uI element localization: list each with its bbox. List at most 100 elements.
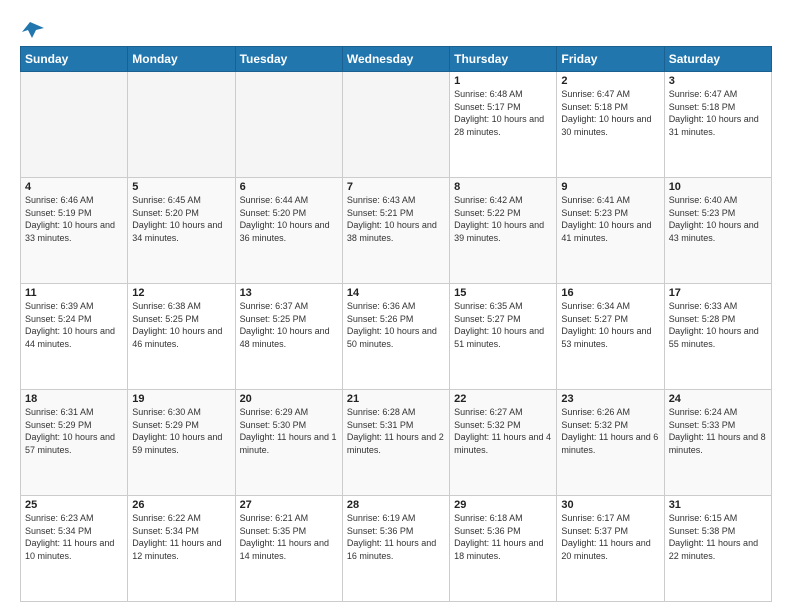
day-number: 27 xyxy=(240,499,338,511)
day-number: 15 xyxy=(454,287,552,299)
day-number: 10 xyxy=(669,181,767,193)
day-number: 21 xyxy=(347,393,445,405)
calendar-day-cell xyxy=(342,72,449,178)
calendar-day-cell: 15Sunrise: 6:35 AM Sunset: 5:27 PM Dayli… xyxy=(450,284,557,390)
day-number: 2 xyxy=(561,75,659,87)
day-number: 20 xyxy=(240,393,338,405)
day-info: Sunrise: 6:29 AM Sunset: 5:30 PM Dayligh… xyxy=(240,406,338,456)
day-info: Sunrise: 6:43 AM Sunset: 5:21 PM Dayligh… xyxy=(347,194,445,244)
day-number: 4 xyxy=(25,181,123,193)
day-info: Sunrise: 6:39 AM Sunset: 5:24 PM Dayligh… xyxy=(25,300,123,350)
day-info: Sunrise: 6:47 AM Sunset: 5:18 PM Dayligh… xyxy=(669,88,767,138)
calendar-day-cell: 28Sunrise: 6:19 AM Sunset: 5:36 PM Dayli… xyxy=(342,496,449,602)
day-info: Sunrise: 6:26 AM Sunset: 5:32 PM Dayligh… xyxy=(561,406,659,456)
calendar-day-cell: 5Sunrise: 6:45 AM Sunset: 5:20 PM Daylig… xyxy=(128,178,235,284)
calendar-day-cell: 21Sunrise: 6:28 AM Sunset: 5:31 PM Dayli… xyxy=(342,390,449,496)
calendar-day-cell: 9Sunrise: 6:41 AM Sunset: 5:23 PM Daylig… xyxy=(557,178,664,284)
day-number: 22 xyxy=(454,393,552,405)
day-info: Sunrise: 6:38 AM Sunset: 5:25 PM Dayligh… xyxy=(132,300,230,350)
day-info: Sunrise: 6:22 AM Sunset: 5:34 PM Dayligh… xyxy=(132,512,230,562)
day-info: Sunrise: 6:24 AM Sunset: 5:33 PM Dayligh… xyxy=(669,406,767,456)
day-info: Sunrise: 6:46 AM Sunset: 5:19 PM Dayligh… xyxy=(25,194,123,244)
calendar-day-cell: 29Sunrise: 6:18 AM Sunset: 5:36 PM Dayli… xyxy=(450,496,557,602)
calendar-day-cell: 26Sunrise: 6:22 AM Sunset: 5:34 PM Dayli… xyxy=(128,496,235,602)
calendar-day-cell: 22Sunrise: 6:27 AM Sunset: 5:32 PM Dayli… xyxy=(450,390,557,496)
calendar-week-row: 1Sunrise: 6:48 AM Sunset: 5:17 PM Daylig… xyxy=(21,72,772,178)
day-number: 31 xyxy=(669,499,767,511)
calendar-day-header: Friday xyxy=(557,47,664,72)
day-info: Sunrise: 6:27 AM Sunset: 5:32 PM Dayligh… xyxy=(454,406,552,456)
day-info: Sunrise: 6:42 AM Sunset: 5:22 PM Dayligh… xyxy=(454,194,552,244)
calendar-day-header: Monday xyxy=(128,47,235,72)
calendar-day-cell: 7Sunrise: 6:43 AM Sunset: 5:21 PM Daylig… xyxy=(342,178,449,284)
calendar-table: SundayMondayTuesdayWednesdayThursdayFrid… xyxy=(20,46,772,602)
day-number: 28 xyxy=(347,499,445,511)
day-info: Sunrise: 6:19 AM Sunset: 5:36 PM Dayligh… xyxy=(347,512,445,562)
calendar-day-cell: 25Sunrise: 6:23 AM Sunset: 5:34 PM Dayli… xyxy=(21,496,128,602)
day-info: Sunrise: 6:36 AM Sunset: 5:26 PM Dayligh… xyxy=(347,300,445,350)
calendar-day-cell: 19Sunrise: 6:30 AM Sunset: 5:29 PM Dayli… xyxy=(128,390,235,496)
day-info: Sunrise: 6:28 AM Sunset: 5:31 PM Dayligh… xyxy=(347,406,445,456)
day-info: Sunrise: 6:47 AM Sunset: 5:18 PM Dayligh… xyxy=(561,88,659,138)
day-info: Sunrise: 6:18 AM Sunset: 5:36 PM Dayligh… xyxy=(454,512,552,562)
calendar-day-cell xyxy=(235,72,342,178)
calendar-day-cell: 13Sunrise: 6:37 AM Sunset: 5:25 PM Dayli… xyxy=(235,284,342,390)
day-number: 5 xyxy=(132,181,230,193)
day-number: 16 xyxy=(561,287,659,299)
day-number: 18 xyxy=(25,393,123,405)
day-number: 26 xyxy=(132,499,230,511)
day-number: 8 xyxy=(454,181,552,193)
day-info: Sunrise: 6:23 AM Sunset: 5:34 PM Dayligh… xyxy=(25,512,123,562)
day-number: 3 xyxy=(669,75,767,87)
logo-text xyxy=(20,20,44,40)
calendar-day-cell: 12Sunrise: 6:38 AM Sunset: 5:25 PM Dayli… xyxy=(128,284,235,390)
calendar-day-cell: 31Sunrise: 6:15 AM Sunset: 5:38 PM Dayli… xyxy=(664,496,771,602)
calendar-day-cell: 23Sunrise: 6:26 AM Sunset: 5:32 PM Dayli… xyxy=(557,390,664,496)
calendar-day-cell xyxy=(21,72,128,178)
day-info: Sunrise: 6:31 AM Sunset: 5:29 PM Dayligh… xyxy=(25,406,123,456)
day-info: Sunrise: 6:48 AM Sunset: 5:17 PM Dayligh… xyxy=(454,88,552,138)
day-info: Sunrise: 6:40 AM Sunset: 5:23 PM Dayligh… xyxy=(669,194,767,244)
day-info: Sunrise: 6:17 AM Sunset: 5:37 PM Dayligh… xyxy=(561,512,659,562)
logo xyxy=(20,20,44,40)
calendar-week-row: 18Sunrise: 6:31 AM Sunset: 5:29 PM Dayli… xyxy=(21,390,772,496)
calendar-day-header: Sunday xyxy=(21,47,128,72)
day-info: Sunrise: 6:37 AM Sunset: 5:25 PM Dayligh… xyxy=(240,300,338,350)
day-number: 11 xyxy=(25,287,123,299)
day-number: 17 xyxy=(669,287,767,299)
header xyxy=(20,16,772,40)
calendar-week-row: 11Sunrise: 6:39 AM Sunset: 5:24 PM Dayli… xyxy=(21,284,772,390)
day-number: 12 xyxy=(132,287,230,299)
day-info: Sunrise: 6:34 AM Sunset: 5:27 PM Dayligh… xyxy=(561,300,659,350)
calendar-day-header: Tuesday xyxy=(235,47,342,72)
day-number: 19 xyxy=(132,393,230,405)
calendar-day-cell: 24Sunrise: 6:24 AM Sunset: 5:33 PM Dayli… xyxy=(664,390,771,496)
day-number: 14 xyxy=(347,287,445,299)
day-number: 1 xyxy=(454,75,552,87)
day-number: 24 xyxy=(669,393,767,405)
calendar-day-cell: 10Sunrise: 6:40 AM Sunset: 5:23 PM Dayli… xyxy=(664,178,771,284)
day-number: 30 xyxy=(561,499,659,511)
day-info: Sunrise: 6:44 AM Sunset: 5:20 PM Dayligh… xyxy=(240,194,338,244)
page: SundayMondayTuesdayWednesdayThursdayFrid… xyxy=(0,0,792,612)
day-info: Sunrise: 6:45 AM Sunset: 5:20 PM Dayligh… xyxy=(132,194,230,244)
calendar-day-cell: 4Sunrise: 6:46 AM Sunset: 5:19 PM Daylig… xyxy=(21,178,128,284)
calendar-day-cell: 20Sunrise: 6:29 AM Sunset: 5:30 PM Dayli… xyxy=(235,390,342,496)
calendar-header-row: SundayMondayTuesdayWednesdayThursdayFrid… xyxy=(21,47,772,72)
day-info: Sunrise: 6:35 AM Sunset: 5:27 PM Dayligh… xyxy=(454,300,552,350)
calendar-day-cell: 18Sunrise: 6:31 AM Sunset: 5:29 PM Dayli… xyxy=(21,390,128,496)
calendar-day-cell: 2Sunrise: 6:47 AM Sunset: 5:18 PM Daylig… xyxy=(557,72,664,178)
calendar-day-cell xyxy=(128,72,235,178)
calendar-day-header: Saturday xyxy=(664,47,771,72)
calendar-day-cell: 27Sunrise: 6:21 AM Sunset: 5:35 PM Dayli… xyxy=(235,496,342,602)
calendar-day-cell: 17Sunrise: 6:33 AM Sunset: 5:28 PM Dayli… xyxy=(664,284,771,390)
day-number: 7 xyxy=(347,181,445,193)
calendar-day-cell: 6Sunrise: 6:44 AM Sunset: 5:20 PM Daylig… xyxy=(235,178,342,284)
day-info: Sunrise: 6:30 AM Sunset: 5:29 PM Dayligh… xyxy=(132,406,230,456)
calendar-day-cell: 14Sunrise: 6:36 AM Sunset: 5:26 PM Dayli… xyxy=(342,284,449,390)
calendar-day-cell: 30Sunrise: 6:17 AM Sunset: 5:37 PM Dayli… xyxy=(557,496,664,602)
calendar-day-header: Wednesday xyxy=(342,47,449,72)
day-number: 9 xyxy=(561,181,659,193)
calendar-day-cell: 11Sunrise: 6:39 AM Sunset: 5:24 PM Dayli… xyxy=(21,284,128,390)
day-number: 13 xyxy=(240,287,338,299)
